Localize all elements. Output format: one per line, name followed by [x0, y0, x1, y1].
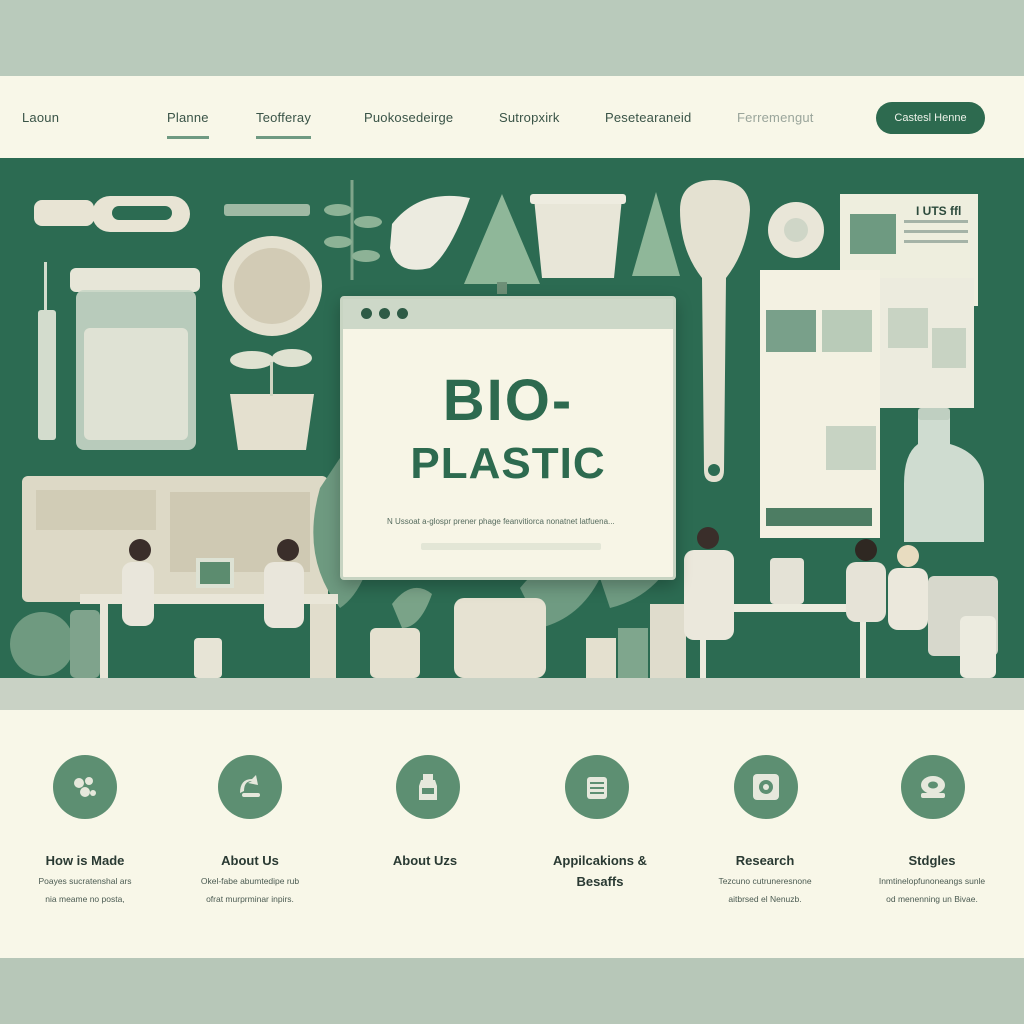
- nav-item-sutropxirk[interactable]: Sutropxirk: [499, 110, 560, 125]
- feature-title: About Us: [221, 853, 279, 868]
- nav-item-ferremengut[interactable]: Ferremengut: [737, 110, 814, 125]
- hero-floor: [0, 678, 1024, 710]
- feature-title: Appilcakions & Besaffs: [553, 853, 647, 889]
- recycle-icon[interactable]: [218, 755, 282, 819]
- feature-description: Poayes sucratenshal ars nia meame no post…: [38, 876, 132, 904]
- cta-button[interactable]: Castesl Henne: [876, 102, 985, 134]
- feature-description: Inmtinelopfunoneangs sunle od menenning u…: [878, 876, 986, 904]
- feature-description: Tezcuno cutruneresnone aitbrsed el Nenuzb…: [718, 876, 812, 904]
- feature-description: Okel-fabe abumtedipe rub ofrat murprminar…: [200, 876, 300, 904]
- bottle-icon[interactable]: [396, 755, 460, 819]
- nav-item-puokosedeirge[interactable]: Puokosedeirge: [364, 110, 453, 125]
- card-titlebar: [343, 299, 673, 329]
- container-icon[interactable]: [565, 755, 629, 819]
- feature-title: How is Made: [45, 853, 125, 868]
- features-section: How is Made Poayes sucratenshal ars nia m…: [0, 710, 1024, 958]
- hero-faded-line: [421, 543, 601, 550]
- roll-icon[interactable]: [901, 755, 965, 819]
- nav-item-pesetearaneid[interactable]: Pesetearaneid: [605, 110, 691, 125]
- hero-title-line2: PLASTIC: [410, 439, 606, 488]
- hero-description: N Ussoat a-glospr prener phage feanvitio…: [387, 517, 615, 526]
- active-underline: [167, 136, 209, 139]
- feature-title: About Uzs: [392, 853, 458, 868]
- top-band: [0, 0, 1024, 76]
- window-dot-icon: [397, 308, 408, 319]
- pellets-icon[interactable]: [53, 755, 117, 819]
- top-navigation: Laoun Planne Teofferay Puokosedeirge Sut…: [0, 76, 1024, 158]
- hero-title-line1: BIO-: [442, 368, 574, 433]
- feature-title: Stdgles: [908, 853, 956, 868]
- hero-card: BIO- PLASTIC N Ussoat a-glospr prener ph…: [340, 296, 676, 580]
- bottom-band: [0, 958, 1024, 1024]
- feature-title: Research: [735, 853, 795, 868]
- window-dot-icon: [361, 308, 372, 319]
- nav-item-planne[interactable]: Planne: [167, 110, 209, 139]
- research-icon[interactable]: [734, 755, 798, 819]
- nav-item-teofferay[interactable]: Teofferay: [256, 110, 312, 139]
- active-underline: [256, 136, 312, 139]
- nav-logo[interactable]: Laoun: [22, 110, 59, 125]
- doc-label: I UTS ffl: [916, 204, 962, 218]
- window-dot-icon: [379, 308, 390, 319]
